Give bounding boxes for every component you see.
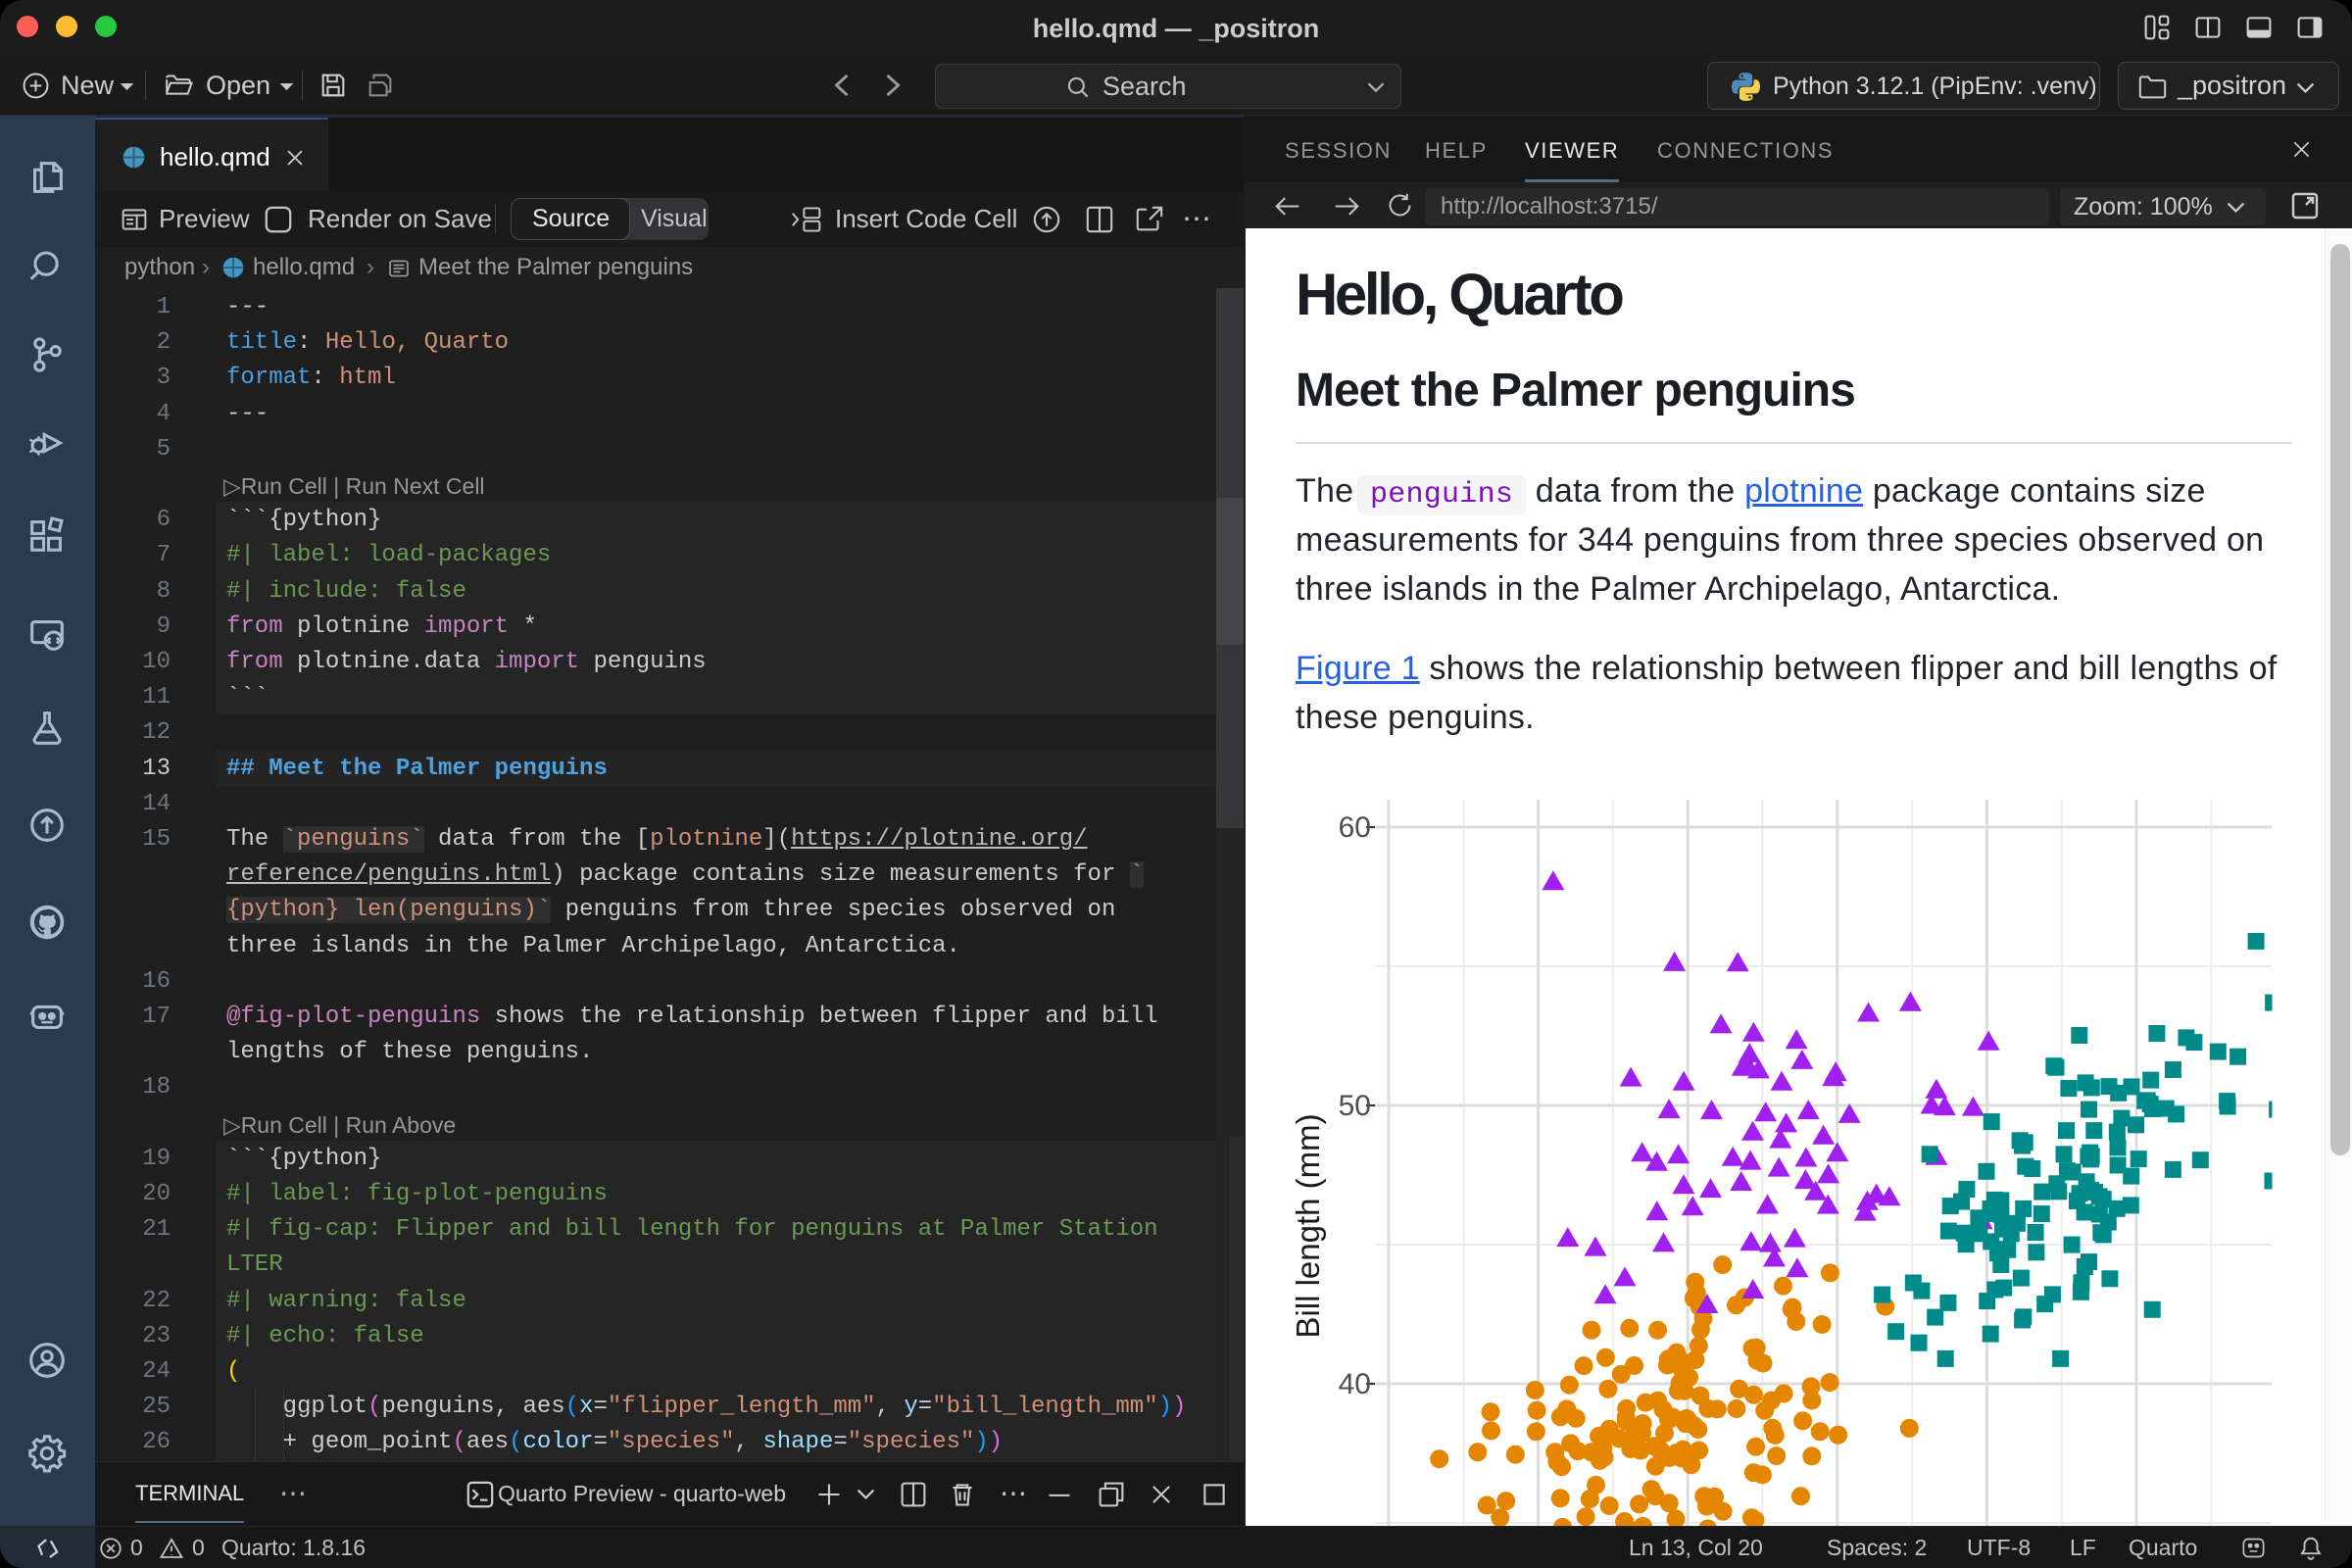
svg-text:50: 50 <box>1339 1090 1371 1122</box>
svg-text:Bill length (mm): Bill length (mm) <box>1290 1113 1326 1338</box>
svg-text:40: 40 <box>1339 1368 1371 1400</box>
svg-text:60: 60 <box>1339 811 1371 844</box>
